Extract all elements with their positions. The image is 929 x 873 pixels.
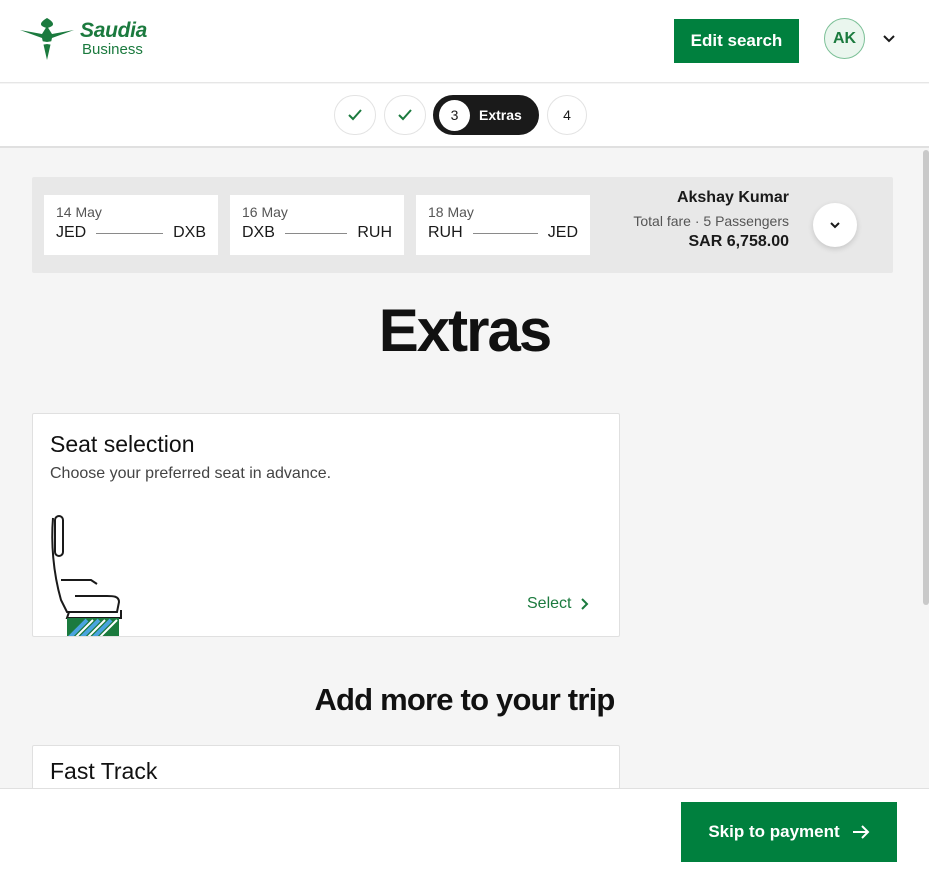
airplane-seat-icon	[51, 515, 122, 636]
saudia-logo[interactable]: Saudia Business	[18, 16, 147, 60]
passenger-name: Akshay Kumar	[676, 189, 789, 206]
card-title: Seat selection	[50, 431, 195, 457]
leg-origin: DXB	[242, 224, 275, 241]
skip-to-payment-button[interactable]: Skip to payment	[681, 802, 897, 862]
leg-destination: JED	[547, 224, 578, 241]
section-title: Add more to your trip	[314, 682, 615, 717]
palm-swords-icon	[20, 18, 74, 60]
card-description: Choose your preferred seat in advance.	[50, 465, 332, 482]
leg-origin: RUH	[428, 224, 463, 241]
route-line	[284, 232, 348, 234]
step-1-completed[interactable]	[334, 95, 376, 135]
flight-leg[interactable]: 14 May JED DXB	[44, 195, 218, 255]
passenger-fare-info: Akshay Kumar Total fare · 5 Passengers S…	[633, 189, 789, 251]
leg-date: 14 May	[56, 204, 102, 220]
total-price: SAR 6,758.00	[688, 233, 789, 250]
footer-bar: Skip to payment	[0, 788, 929, 873]
select-label: Select	[527, 595, 572, 612]
step-4[interactable]: 4	[547, 95, 587, 135]
chevron-down-icon	[830, 222, 840, 229]
check-icon	[398, 109, 412, 121]
seat-selection-card[interactable]: Seat selection Choose your preferred sea…	[32, 413, 620, 637]
leg-destination: DXB	[173, 224, 206, 241]
check-icon	[348, 109, 362, 121]
leg-date: 16 May	[242, 204, 288, 220]
logo-sub-text: Business	[82, 40, 143, 58]
booking-stepper: 3 Extras 4	[0, 84, 929, 148]
chevron-down-icon[interactable]	[880, 30, 898, 48]
route-line	[472, 232, 538, 234]
avatar[interactable]: AK	[824, 18, 865, 59]
select-seat-link[interactable]: Select	[527, 595, 589, 613]
flight-leg[interactable]: 16 May DXB RUH	[230, 195, 404, 255]
top-header: Saudia Business Edit search AK	[0, 0, 929, 83]
step-number: 3	[439, 99, 470, 131]
step-2-completed[interactable]	[384, 95, 426, 135]
flight-leg[interactable]: 18 May RUH JED	[416, 195, 590, 255]
page-scrollbar[interactable]	[923, 150, 929, 605]
logo-brand-text: Saudia	[80, 18, 148, 42]
chevron-right-icon	[581, 598, 589, 610]
edit-search-button[interactable]: Edit search	[674, 19, 799, 63]
page-title: Extras	[378, 297, 552, 364]
trip-summary: 14 May JED DXB 16 May DXB RUH 18 May RUH JE…	[32, 177, 893, 273]
fare-label: Total fare · 5 Passengers	[633, 213, 789, 229]
leg-destination: RUH	[357, 224, 392, 241]
expand-summary-button[interactable]	[813, 203, 857, 247]
route-line	[96, 232, 164, 234]
arrow-right-icon	[852, 825, 870, 839]
leg-date: 18 May	[428, 204, 474, 220]
step-3-extras-active[interactable]: 3 Extras	[433, 95, 539, 135]
skip-label: Skip to payment	[708, 822, 840, 841]
leg-origin: JED	[56, 224, 87, 241]
card-title: Fast Track	[50, 758, 158, 784]
step-label: Extras	[479, 107, 522, 123]
